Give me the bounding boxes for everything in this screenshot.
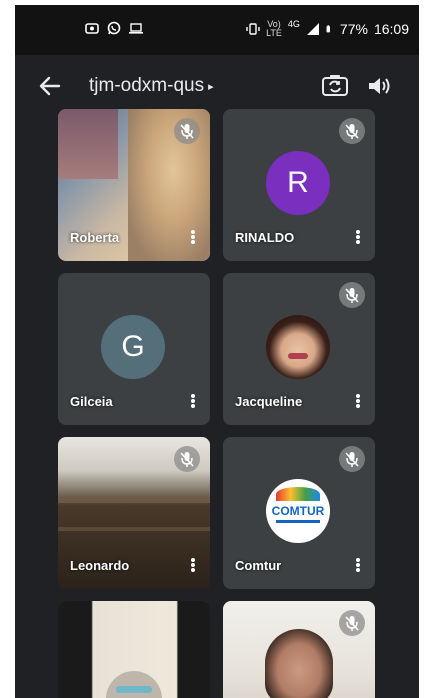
participant-name: Leonardo: [70, 558, 130, 573]
video-feed-detail: [58, 497, 210, 503]
mic-off-icon: [174, 118, 200, 144]
more-options-icon[interactable]: [190, 393, 196, 411]
whatsapp-icon: [107, 21, 121, 35]
participant-tile-jacqueline[interactable]: Jacqueline: [223, 273, 375, 425]
meeting-code-button[interactable]: tjm-odxm-qus ▸: [89, 75, 214, 97]
avatar-photo-detail: [288, 353, 308, 359]
participant-name: Comtur: [235, 558, 282, 573]
speaker-icon[interactable]: [365, 72, 393, 100]
mic-off-icon: [339, 118, 365, 144]
volte-badge: Vo) LTE: [266, 20, 282, 38]
network-type: 4G: [287, 19, 300, 29]
participant-tile-gilceia[interactable]: G Gilceia: [58, 273, 210, 425]
participant-tile-unnamed-1[interactable]: [58, 601, 210, 698]
video-feed-detail: [58, 527, 210, 531]
battery-percent: 77%: [339, 21, 368, 37]
participant-tile-rinaldo[interactable]: R RINALDO: [223, 109, 375, 261]
meeting-code: tjm-odxm-qus: [89, 75, 205, 96]
phone-screen: Vo) LTE 4G 77% 16:09 tjm-odxm-qus ▸ Robe…: [15, 5, 419, 698]
volte-bottom: LTE: [266, 28, 282, 38]
logo-underline: [276, 520, 320, 523]
caret-right-icon: ▸: [208, 80, 214, 93]
more-options-icon[interactable]: [190, 557, 196, 575]
meeting-header: tjm-odxm-qus ▸: [15, 55, 419, 117]
clock: 16:09: [373, 21, 409, 37]
more-options-icon[interactable]: [355, 557, 361, 575]
laptop-icon: [129, 23, 143, 34]
participant-name: Roberta: [70, 230, 120, 245]
status-bar: Vo) LTE 4G 77% 16:09: [15, 5, 419, 55]
camera-notification-icon: [85, 23, 99, 34]
participant-tile-leonardo[interactable]: Leonardo: [58, 437, 210, 589]
back-arrow-icon[interactable]: [37, 73, 63, 99]
comtur-logo: COMTUR: [266, 479, 330, 543]
mic-off-icon: [339, 282, 365, 308]
mic-off-icon: [174, 446, 200, 472]
vibrate-icon: [246, 23, 260, 35]
avatar: G: [101, 315, 165, 379]
avatar-photo: [266, 315, 330, 379]
signal-icon: [306, 23, 319, 35]
more-options-icon[interactable]: [355, 229, 361, 247]
logo-text: COMTUR: [271, 504, 325, 518]
mic-off-icon: [339, 610, 365, 636]
battery-icon: [326, 25, 330, 33]
more-options-icon[interactable]: [190, 229, 196, 247]
mic-off-icon: [339, 446, 365, 472]
participant-name: Gilceia: [70, 394, 113, 409]
video-person-face: [265, 629, 333, 698]
avatar: R: [266, 151, 330, 215]
participant-tile-roberta[interactable]: Roberta: [58, 109, 210, 261]
participant-tile-unnamed-2[interactable]: [223, 601, 375, 698]
more-options-icon[interactable]: [355, 393, 361, 411]
switch-camera-icon[interactable]: [320, 71, 350, 101]
status-left-icons: [85, 21, 143, 35]
participant-name: Jacqueline: [235, 394, 303, 409]
status-right-icons: Vo) LTE 4G 77% 16:09: [246, 19, 409, 38]
video-person-mask: [116, 686, 152, 693]
video-background-region: [58, 109, 118, 179]
participant-tile-comtur[interactable]: COMTUR Comtur: [223, 437, 375, 589]
participant-name: RINALDO: [235, 230, 295, 245]
logo-rainbow-arc: [276, 487, 320, 501]
